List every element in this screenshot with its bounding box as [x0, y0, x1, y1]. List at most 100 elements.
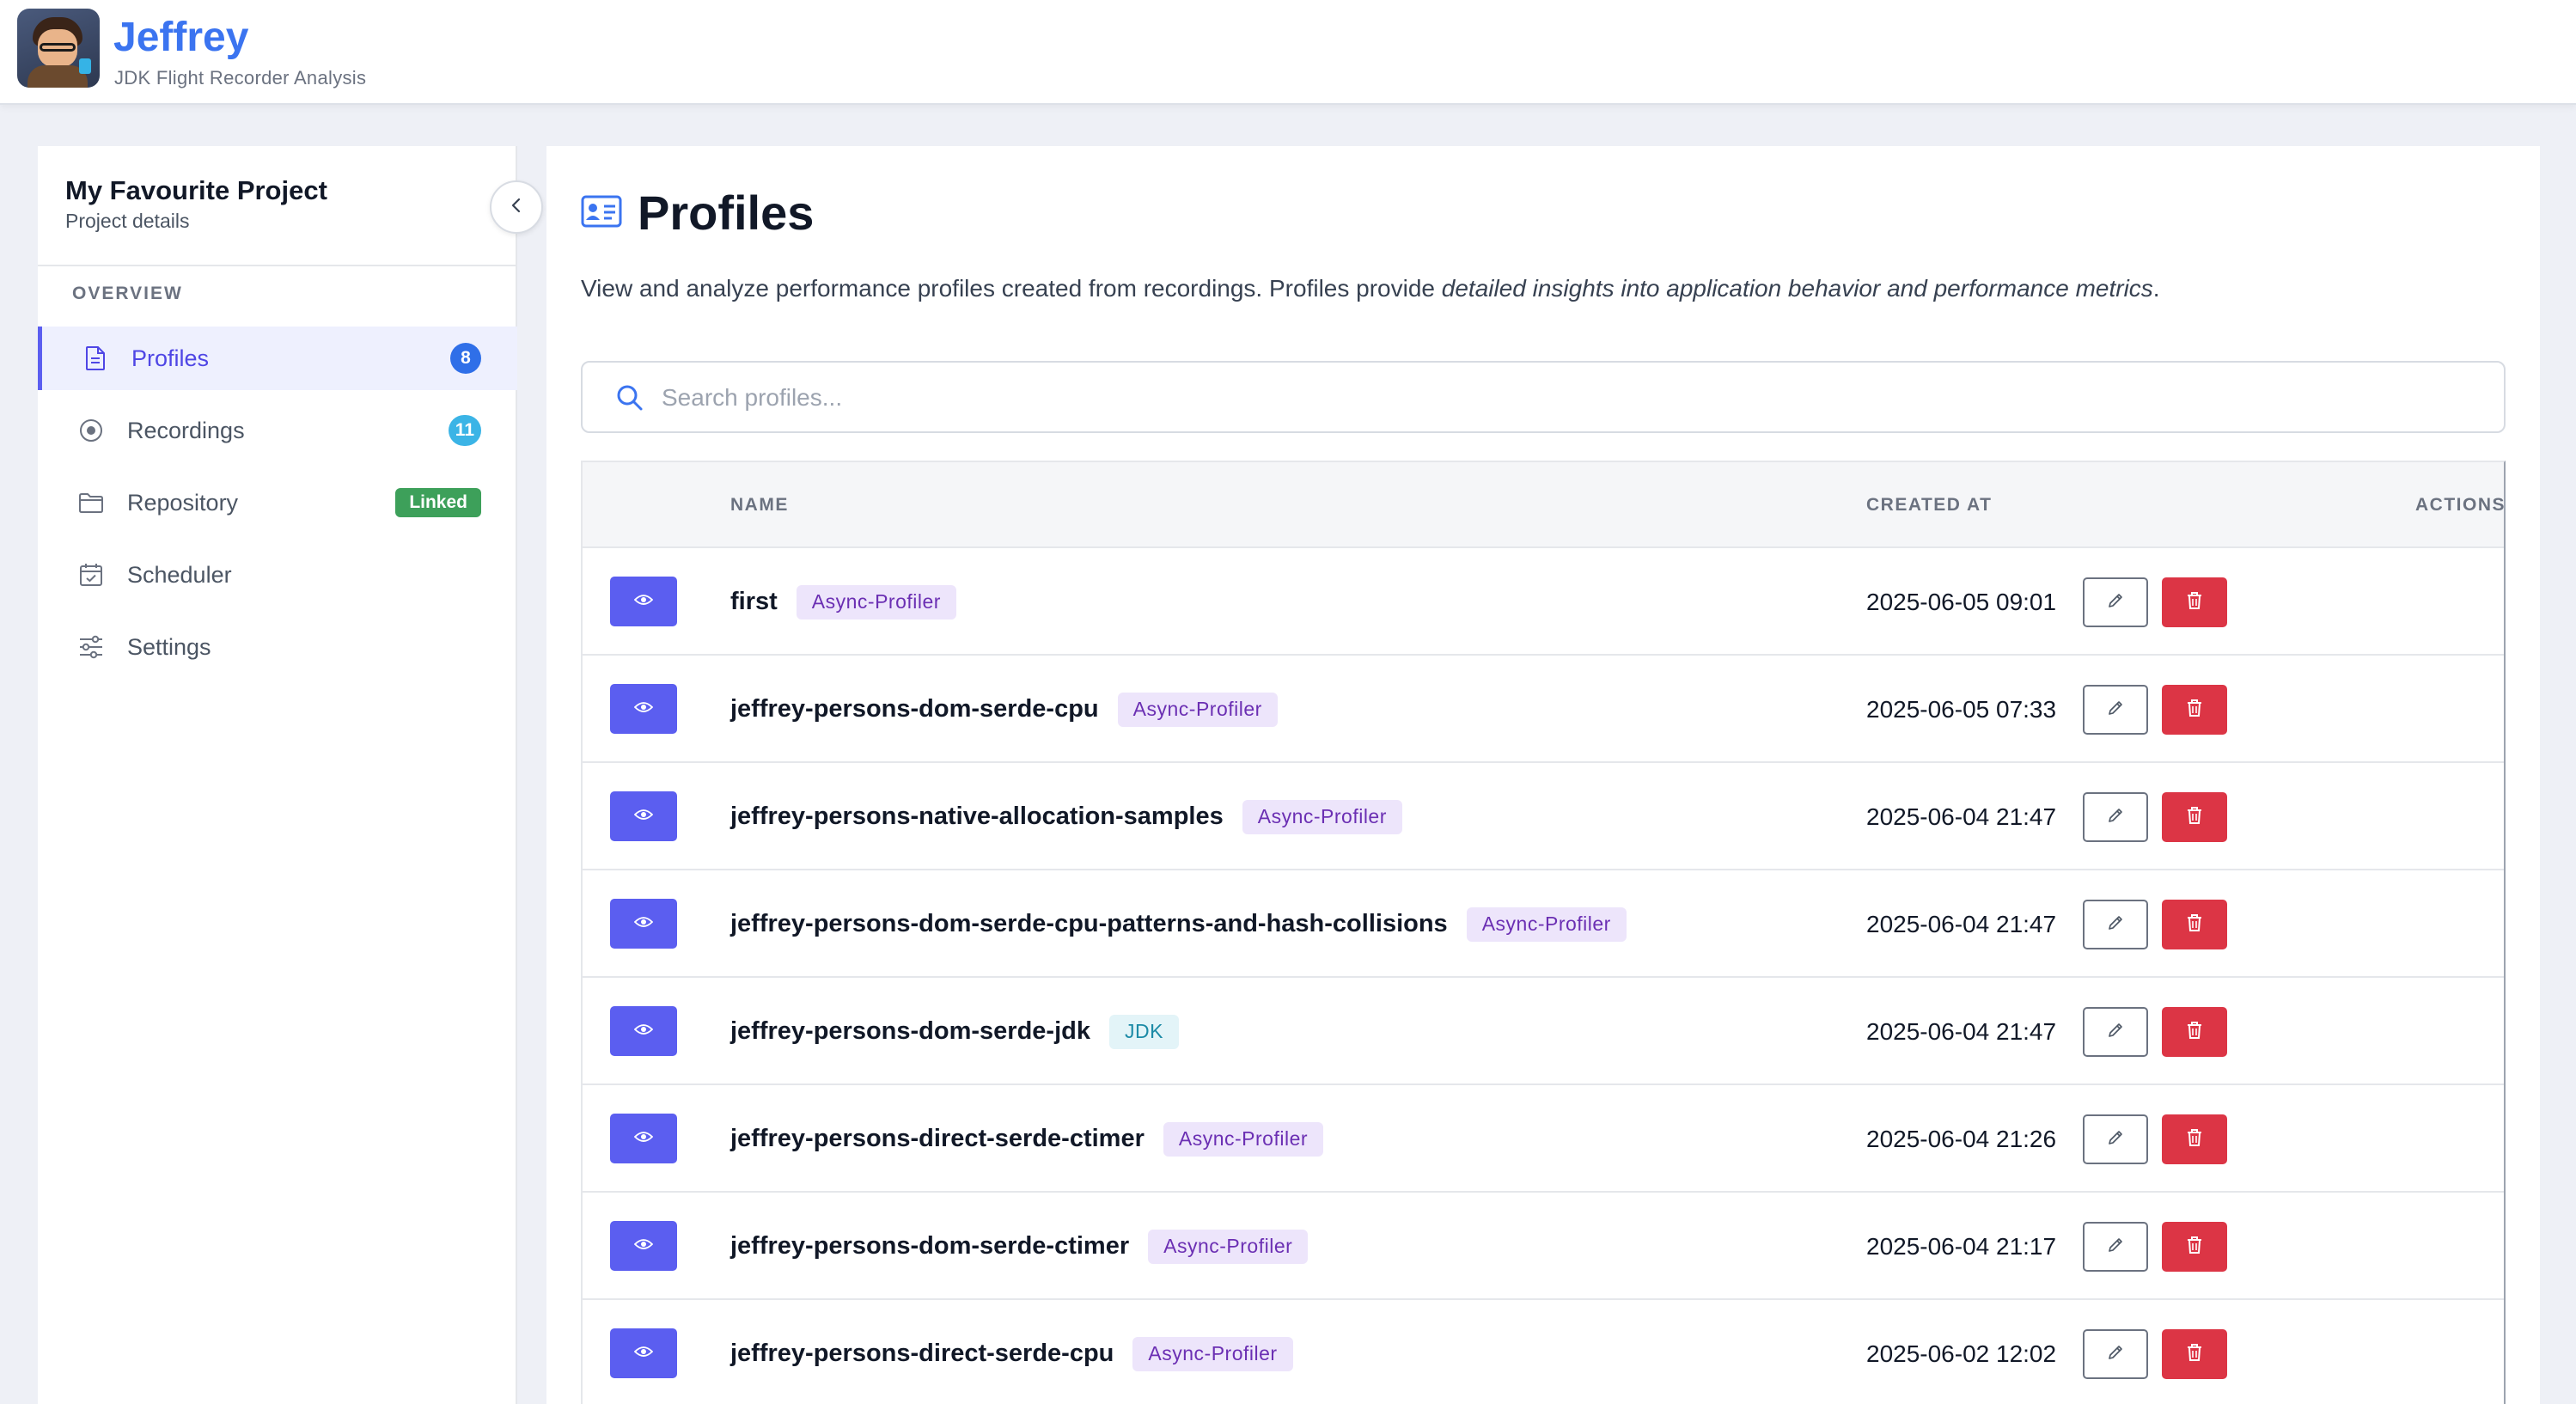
app-title[interactable]: Jeffrey: [113, 14, 248, 62]
pencil-icon: [2106, 699, 2125, 722]
page-header: Profiles: [581, 186, 814, 241]
profiles-count-badge: 8: [450, 343, 481, 374]
app-header: Jeffrey JDK Flight Recorder Analysis: [0, 0, 2576, 105]
eye-icon: [633, 594, 654, 610]
repository-linked-badge: Linked: [395, 488, 481, 517]
column-header-name[interactable]: NAME: [730, 495, 789, 516]
sidebar-item-label: Repository: [127, 489, 239, 516]
project-name: My Favourite Project: [65, 175, 327, 205]
delete-profile-button[interactable]: [2162, 1222, 2227, 1272]
chevron-left-icon: [508, 197, 525, 218]
edit-profile-button[interactable]: [2083, 792, 2148, 842]
trash-icon: [2186, 1236, 2203, 1259]
main-panel: Profiles View and analyze performance pr…: [546, 146, 2540, 1404]
source-badge: JDK: [1109, 1014, 1179, 1049]
profile-name[interactable]: jeffrey-persons-dom-serde-cpu: [730, 695, 1099, 723]
profile-name-cell: jeffrey-persons-dom-serde-jdk JDK: [730, 978, 1179, 1085]
delete-profile-button[interactable]: [2162, 900, 2227, 949]
search-icon: [615, 383, 644, 417]
description-text: View and analyze performance profiles cr…: [581, 275, 1442, 302]
view-profile-button[interactable]: [610, 791, 677, 841]
table-row[interactable]: jeffrey-persons-dom-serde-cpu Async-Profi…: [583, 656, 2504, 763]
search-box[interactable]: [581, 361, 2506, 433]
profile-name-cell: jeffrey-persons-direct-serde-cpu Async-Pr…: [730, 1300, 1293, 1404]
view-profile-button[interactable]: [610, 1221, 677, 1271]
delete-profile-button[interactable]: [2162, 685, 2227, 735]
table-header: NAME CREATED AT ACTIONS: [583, 462, 2504, 548]
created-at-cell: 2025-06-04 21:47: [1866, 910, 2057, 937]
eye-icon: [633, 916, 654, 932]
profile-name[interactable]: first: [730, 588, 778, 616]
edit-profile-button[interactable]: [2083, 685, 2148, 735]
delete-profile-button[interactable]: [2162, 1007, 2227, 1057]
eye-icon: [633, 1238, 654, 1254]
delete-profile-button[interactable]: [2162, 1114, 2227, 1164]
profile-name-cell: jeffrey-persons-native-allocation-sample…: [730, 763, 1402, 870]
project-subtitle: Project details: [65, 210, 190, 232]
sidebar-item-label: Scheduler: [127, 561, 232, 588]
logo-glasses: [40, 43, 76, 52]
source-badge: Async-Profiler: [796, 584, 956, 620]
created-at-cell: 2025-06-05 07:33: [1866, 695, 2057, 723]
sidebar: My Favourite Project Project details OVE…: [38, 146, 543, 1404]
edit-profile-button[interactable]: [2083, 1007, 2148, 1057]
source-badge: Async-Profiler: [1163, 1121, 1324, 1157]
profile-name[interactable]: jeffrey-persons-direct-serde-ctimer: [730, 1125, 1145, 1153]
table-row[interactable]: jeffrey-persons-dom-serde-ctimer Async-Pr…: [583, 1193, 2504, 1300]
column-header-created-at[interactable]: CREATED AT: [1866, 495, 1992, 516]
sidebar-item-label: Settings: [127, 633, 211, 660]
view-profile-button[interactable]: [610, 577, 677, 626]
edit-profile-button[interactable]: [2083, 1222, 2148, 1272]
eye-icon: [633, 1131, 654, 1147]
profile-name[interactable]: jeffrey-persons-native-allocation-sample…: [730, 803, 1224, 831]
table-row[interactable]: first Async-Profiler 2025-06-05 09:01: [583, 548, 2504, 656]
created-at-cell: 2025-06-05 09:01: [1866, 588, 2057, 615]
table-row[interactable]: jeffrey-persons-direct-serde-ctimer Async…: [583, 1085, 2504, 1193]
logo-cup: [79, 58, 91, 74]
app-subtitle: JDK Flight Recorder Analysis: [114, 67, 367, 89]
table-row[interactable]: jeffrey-persons-native-allocation-sample…: [583, 763, 2504, 870]
source-badge: Async-Profiler: [1132, 1336, 1293, 1371]
view-profile-button[interactable]: [610, 684, 677, 734]
profile-name[interactable]: jeffrey-persons-direct-serde-cpu: [730, 1340, 1114, 1368]
table-row[interactable]: jeffrey-persons-dom-serde-jdk JDK 2025-06…: [583, 978, 2504, 1085]
profile-name-cell: jeffrey-persons-dom-serde-ctimer Async-Pr…: [730, 1193, 1309, 1300]
collapse-sidebar-button[interactable]: [490, 180, 543, 234]
edit-profile-button[interactable]: [2083, 900, 2148, 949]
sidebar-item-label: Recordings: [127, 417, 245, 443]
pencil-icon: [2106, 1343, 2125, 1366]
eye-icon: [633, 1346, 654, 1362]
page-title: Profiles: [638, 186, 815, 240]
edit-profile-button[interactable]: [2083, 1329, 2148, 1379]
delete-profile-button[interactable]: [2162, 1329, 2227, 1379]
sidebar-item-scheduler[interactable]: Scheduler: [38, 543, 517, 607]
profile-name[interactable]: jeffrey-persons-dom-serde-ctimer: [730, 1232, 1129, 1261]
view-profile-button[interactable]: [610, 1114, 677, 1163]
table-row[interactable]: jeffrey-persons-direct-serde-cpu Async-Pr…: [583, 1300, 2504, 1404]
trash-icon: [2186, 591, 2203, 614]
sidebar-item-settings[interactable]: Settings: [38, 615, 517, 679]
file-text-icon: [82, 345, 109, 372]
sidebar-item-repository[interactable]: Repository Linked: [38, 471, 517, 534]
app-logo[interactable]: [17, 9, 100, 88]
delete-profile-button[interactable]: [2162, 577, 2227, 627]
edit-profile-button[interactable]: [2083, 1114, 2148, 1164]
search-input[interactable]: [662, 378, 2466, 418]
sidebar-item-recordings[interactable]: Recordings 11: [38, 399, 517, 462]
edit-profile-button[interactable]: [2083, 577, 2148, 627]
profiles-table: NAME CREATED AT ACTIONS first Async-Profi…: [581, 461, 2506, 1404]
source-badge: Async-Profiler: [1117, 692, 1278, 727]
trash-icon: [2186, 1128, 2203, 1151]
table-row[interactable]: jeffrey-persons-dom-serde-cpu-patterns-a…: [583, 870, 2504, 978]
view-profile-button[interactable]: [610, 1328, 677, 1378]
profile-name[interactable]: jeffrey-persons-dom-serde-jdk: [730, 1017, 1090, 1046]
created-at-cell: 2025-06-02 12:02: [1866, 1340, 2057, 1367]
trash-icon: [2186, 699, 2203, 722]
created-at-cell: 2025-06-04 21:47: [1866, 803, 2057, 830]
sidebar-item-profiles[interactable]: Profiles 8: [38, 327, 517, 390]
profile-name[interactable]: jeffrey-persons-dom-serde-cpu-patterns-a…: [730, 910, 1448, 938]
view-profile-button[interactable]: [610, 1006, 677, 1056]
view-profile-button[interactable]: [610, 899, 677, 949]
delete-profile-button[interactable]: [2162, 792, 2227, 842]
section-label-overview: OVERVIEW: [72, 284, 183, 303]
